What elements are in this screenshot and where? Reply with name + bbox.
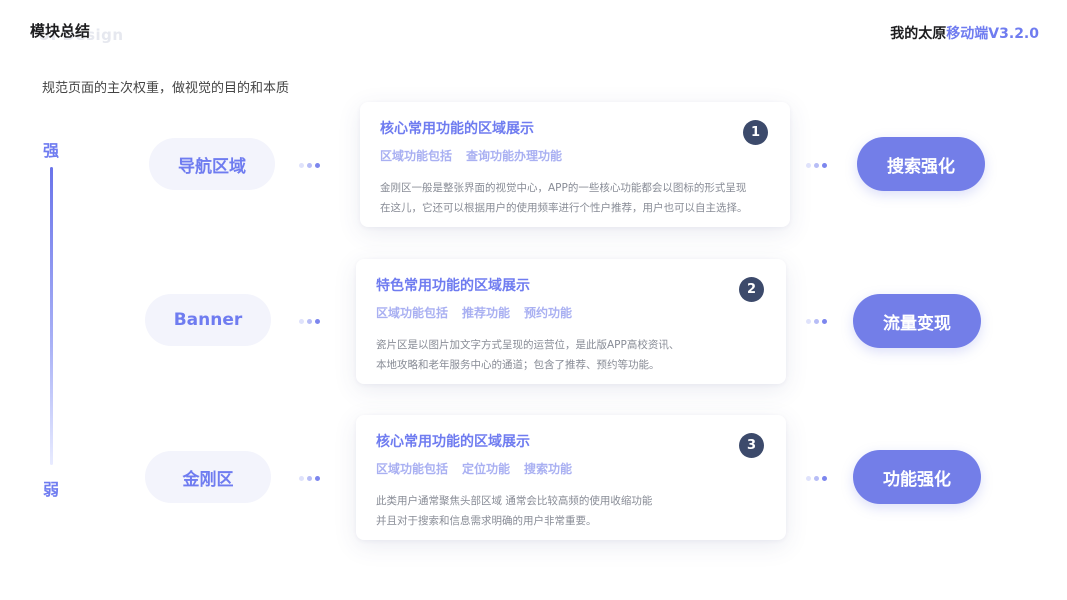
scale-weak-label: 弱 xyxy=(43,480,60,499)
card-description: 金刚区一般是整张界面的视觉中心，APP的一些核心功能都会以图标的形式呈现 在这儿… xyxy=(380,178,770,218)
card-tag: 搜索功能 xyxy=(524,462,573,476)
value-pill-traffic: 流量变现 xyxy=(853,294,981,348)
connector-dots xyxy=(806,163,827,168)
connector-dots xyxy=(806,319,827,324)
region-card-2: 2 特色常用功能的区域展示 区域功能包括 推荐功能 预约功能 瓷片区是以图片加文字方… xyxy=(356,259,786,384)
card-tag: 区域功能包括 xyxy=(380,149,453,163)
region-pill-kingkong: 金刚区 xyxy=(145,451,271,503)
connector-dots xyxy=(299,319,320,324)
card-description: 瓷片区是以图片加文字方式呈现的运营位，是此版APP高校资讯、 本地攻略和老年服务… xyxy=(376,335,766,375)
card-tag: 查询功能办理功能 xyxy=(466,149,563,163)
card-description: 此类用户通常聚焦头部区域 通常会比较高频的使用收缩功能 并且对于搜索和信息需求明… xyxy=(376,491,766,531)
brand-version: 我的太原移动端V3.2.0 xyxy=(890,23,1039,43)
card-tag: 区域功能包括 xyxy=(376,462,449,476)
card-tag: 预约功能 xyxy=(524,306,573,320)
card-desc-line: 并且对于搜索和信息需求明确的用户非常重要。 xyxy=(376,515,597,527)
connector-dots xyxy=(299,476,320,481)
card-title: 核心常用功能的区域展示 xyxy=(380,121,534,137)
region-pill-banner: Banner xyxy=(145,294,271,346)
card-tags: 区域功能包括 推荐功能 预约功能 xyxy=(376,304,766,321)
card-number-badge: 3 xyxy=(739,433,764,458)
scale-strong-label: 强 xyxy=(43,141,60,160)
card-tag: 推荐功能 xyxy=(462,306,511,320)
page-subtitle: 规范页面的主次权重，做视觉的目的和本质 xyxy=(42,81,290,96)
value-pill-function: 功能强化 xyxy=(853,450,981,504)
connector-dots xyxy=(299,163,320,168)
region-card-1: 1 核心常用功能的区域展示 区域功能包括 查询功能办理功能 金刚区一般是整张界面的… xyxy=(360,102,790,227)
card-desc-line: 瓷片区是以图片加文字方式呈现的运营位，是此版APP高校资讯、 xyxy=(376,339,680,351)
card-number-badge: 1 xyxy=(743,120,768,145)
priority-scale-bar xyxy=(50,167,53,465)
card-number-badge: 2 xyxy=(739,277,764,302)
card-desc-line: 此类用户通常聚焦头部区域 通常会比较高频的使用收缩功能 xyxy=(376,495,653,507)
connector-dots xyxy=(806,476,827,481)
card-desc-line: 金刚区一般是整张界面的视觉中心，APP的一些核心功能都会以图标的形式呈现 xyxy=(380,182,747,194)
card-title: 特色常用功能的区域展示 xyxy=(376,278,530,294)
card-desc-line: 在这儿，它还可以根据用户的使用频率进行个性户推荐，用户也可以自主选择。 xyxy=(380,202,748,214)
brand-name: 我的太原 xyxy=(890,26,947,42)
region-card-3: 3 核心常用功能的区域展示 区域功能包括 定位功能 搜索功能 此类用户通常聚焦头部区… xyxy=(356,415,786,540)
card-desc-line: 本地攻略和老年服务中心的通道；包含了推荐、预约等功能。 xyxy=(376,359,660,371)
value-pill-search: 搜索强化 xyxy=(857,137,985,191)
page-title: 模块总结 xyxy=(30,22,91,40)
card-tags: 区域功能包括 定位功能 搜索功能 xyxy=(376,460,766,477)
card-tags: 区域功能包括 查询功能办理功能 xyxy=(380,147,770,164)
card-tag: 区域功能包括 xyxy=(376,306,449,320)
region-pill-nav: 导航区域 xyxy=(149,138,275,190)
brand-version-accent: 移动端V3.2.0 xyxy=(946,26,1039,42)
card-title: 核心常用功能的区域展示 xyxy=(376,434,530,450)
card-tag: 定位功能 xyxy=(462,462,511,476)
